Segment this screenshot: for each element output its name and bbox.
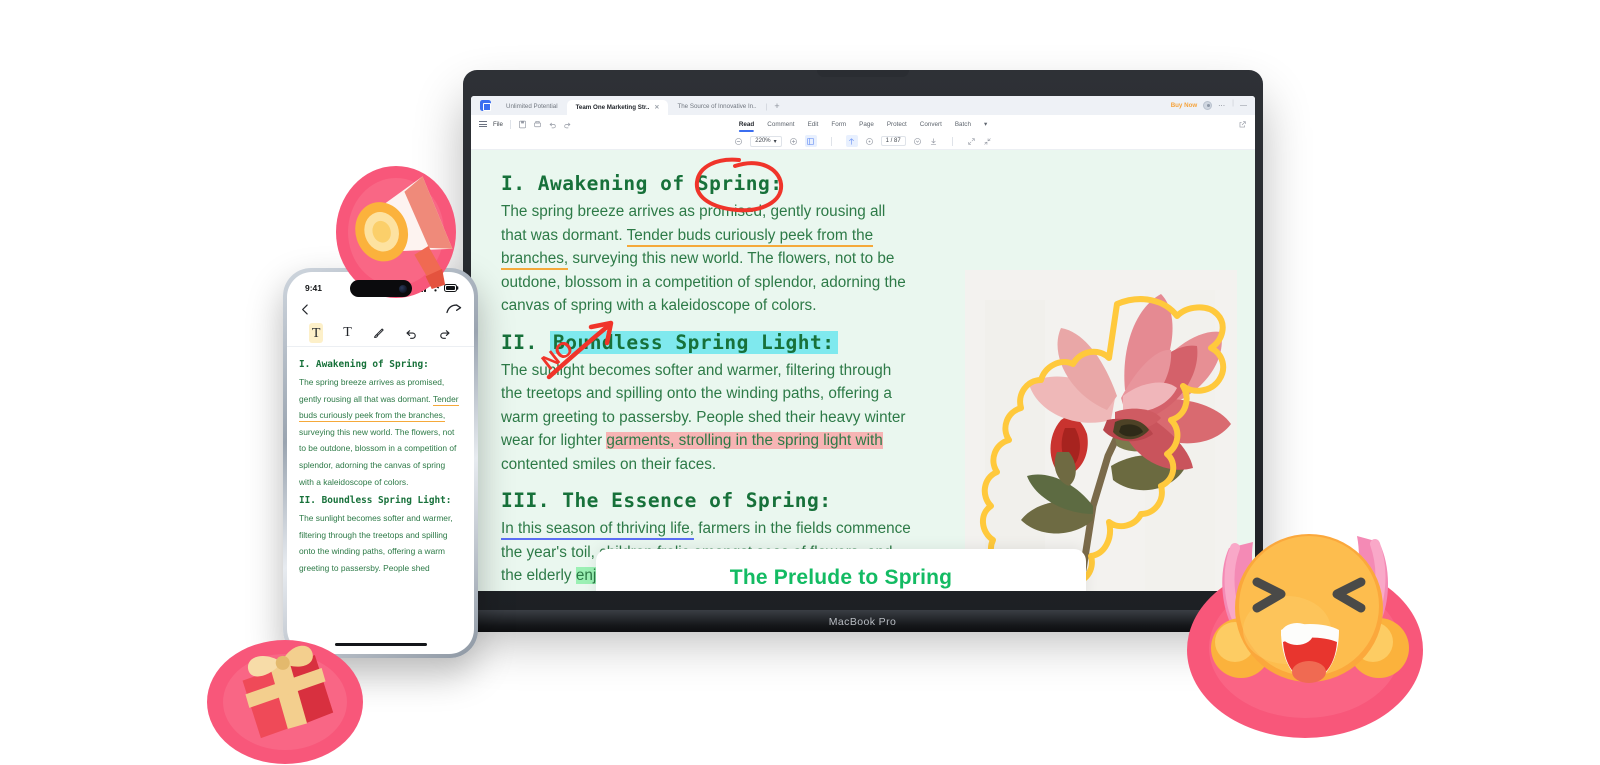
highlight-text-tool[interactable]: T — [308, 323, 324, 343]
ribbon-tab-convert[interactable]: Convert — [920, 121, 942, 128]
new-tab-button[interactable]: + — [767, 101, 785, 115]
ribbon-tab-read[interactable]: Read — [738, 121, 755, 132]
section-heading-3: III. The Essence of Spring: — [501, 489, 832, 512]
prelude-title: The Prelude to Spring — [729, 566, 953, 589]
back-chevron-icon[interactable] — [299, 303, 312, 316]
ribbon-tab-group: Read Comment Edit Form Page Protect Conv… — [738, 121, 987, 132]
ribbon-tab-comment[interactable]: Comment — [767, 121, 794, 128]
phone-section-heading-2: II. Boundless Spring Light: — [299, 495, 452, 507]
text-tool[interactable]: T — [343, 325, 352, 341]
expand-icon[interactable] — [967, 137, 976, 146]
front-camera-icon — [398, 284, 407, 293]
tab-label: Unlimited Potential — [506, 103, 558, 110]
rotate-icon[interactable] — [865, 137, 874, 146]
minimize-button[interactable]: — — [1240, 102, 1248, 109]
save-icon[interactable] — [518, 120, 527, 129]
page-separator: / — [890, 138, 893, 144]
tab-label: The Source of Innovative In.. — [677, 103, 757, 110]
browser-tab-bar: Unlimited Potential Team One Marketing S… — [471, 96, 1255, 115]
red-circle-annotation — [694, 157, 784, 213]
prelude-overlay-card[interactable]: The Prelude to Spring — [596, 549, 1086, 591]
batch-caret-icon[interactable]: ▾ — [984, 121, 987, 128]
page-number-input[interactable]: 1 / 87 — [880, 136, 906, 146]
more-options-icon[interactable]: ⋯ — [1218, 102, 1226, 110]
pdf-document-page[interactable]: I. Awakening of Spring: The spring breez… — [471, 150, 1255, 591]
paragraph-text: contented smiles on their faces. — [501, 455, 717, 473]
control-divider: | — [1232, 100, 1234, 107]
undo-tool-icon[interactable] — [404, 327, 418, 340]
print-icon[interactable] — [533, 120, 542, 129]
redo-icon[interactable] — [563, 120, 572, 129]
phone-paragraph-2: The sunlight becomes softer and warmer, … — [299, 513, 453, 573]
phone-device: 9:41 T T I. Awakening of Spring: The spr… — [283, 268, 478, 658]
page-layout-button[interactable] — [804, 135, 817, 147]
fit-page-button[interactable] — [845, 135, 858, 147]
avatar[interactable] — [1203, 101, 1213, 110]
phone-paragraph-1: The spring breeze arrives as promised, g… — [299, 374, 462, 490]
gift-box-icon — [207, 640, 363, 764]
ribbon-tab-form[interactable]: Form — [831, 121, 846, 128]
phone-section-heading-1: I. Awakening of Spring: — [299, 359, 429, 370]
excited-emoji-sticker — [1165, 490, 1445, 740]
page-current: 1 — [885, 138, 889, 144]
buy-now-button[interactable]: Buy Now — [1171, 102, 1197, 109]
divider — [951, 136, 953, 146]
redo-tool-icon[interactable] — [438, 327, 452, 340]
zoom-level-value: 220% — [755, 138, 771, 144]
device-model-label: MacBook Pro — [828, 616, 897, 628]
zoom-level-select[interactable]: 220% ▾ — [750, 135, 782, 147]
divider — [830, 136, 832, 146]
share-icon[interactable] — [1238, 120, 1247, 129]
zoom-in-icon[interactable] — [789, 137, 798, 146]
screenshot-stage: Unlimited Potential Team One Marketing S… — [0, 0, 1600, 765]
ribbon-tab-batch[interactable]: Batch — [955, 121, 971, 128]
tab-unlimited-potential[interactable]: Unlimited Potential — [497, 103, 567, 115]
no-arrow-annotation: NO — [537, 320, 614, 380]
fit-page-icon — [849, 137, 854, 145]
undo-icon[interactable] — [548, 120, 557, 129]
no-label: NO — [537, 335, 578, 375]
app-logo-icon — [480, 100, 491, 111]
page-total: 87 — [894, 138, 901, 144]
ribbon-tab-protect[interactable]: Protect — [887, 121, 907, 128]
highlight-tool-glyph: T — [311, 326, 321, 341]
tab-label: Team One Marketing Str.. — [575, 104, 650, 111]
app-menu-row: File Read Comment Edit Form Page Protect… — [471, 115, 1255, 133]
page-layout-icon — [807, 137, 815, 145]
phone-annotation-toolbar: T T — [287, 320, 474, 347]
view-toolbar: 220% ▾ 1 / 87 — [471, 133, 1255, 150]
chevron-down-icon: ▾ — [773, 138, 777, 145]
pink-highlight-mark: garments, strolling in the spring light … — [606, 432, 883, 449]
tabbar-right-controls: Buy Now ⋯ | — — [1171, 100, 1255, 115]
tab-team-one-marketing[interactable]: Team One Marketing Str.. ✕ — [566, 100, 669, 115]
status-time: 9:41 — [305, 282, 323, 293]
blue-underline-mark: In this season of thriving life, — [501, 520, 695, 540]
tab-source-of-innovative[interactable]: The Source of Innovative In.. — [668, 103, 765, 115]
phone-document-content[interactable]: I. Awakening of Spring: The spring breez… — [287, 347, 474, 577]
collapse-icon[interactable] — [983, 137, 992, 146]
zoom-out-icon[interactable] — [734, 137, 743, 146]
excited-emoji-icon — [1187, 534, 1423, 738]
ribbon-tab-page[interactable]: Page — [859, 121, 874, 128]
laptop-device: Unlimited Potential Team One Marketing S… — [455, 70, 1270, 632]
paragraph-text: surveying this new world. The flowers, n… — [299, 426, 457, 487]
laptop-screen: Unlimited Potential Team One Marketing S… — [471, 96, 1255, 591]
hamburger-menu-icon[interactable] — [479, 119, 487, 128]
page-down-icon[interactable] — [913, 137, 922, 146]
paragraph-text: The spring breeze arrives as promised, g… — [299, 377, 445, 404]
ribbon-tab-edit[interactable]: Edit — [808, 121, 819, 128]
close-icon[interactable]: ✕ — [654, 104, 659, 111]
file-menu-button[interactable]: File — [493, 121, 503, 128]
download-icon[interactable] — [929, 137, 938, 146]
phone-screen: 9:41 T T I. Awakening of Spring: The spr… — [287, 272, 474, 654]
brush-tool-icon[interactable] — [372, 327, 385, 340]
divider — [509, 119, 511, 129]
laptop-camera-notch — [817, 70, 909, 77]
dynamic-island — [349, 280, 412, 297]
gift-box-sticker — [195, 610, 375, 765]
